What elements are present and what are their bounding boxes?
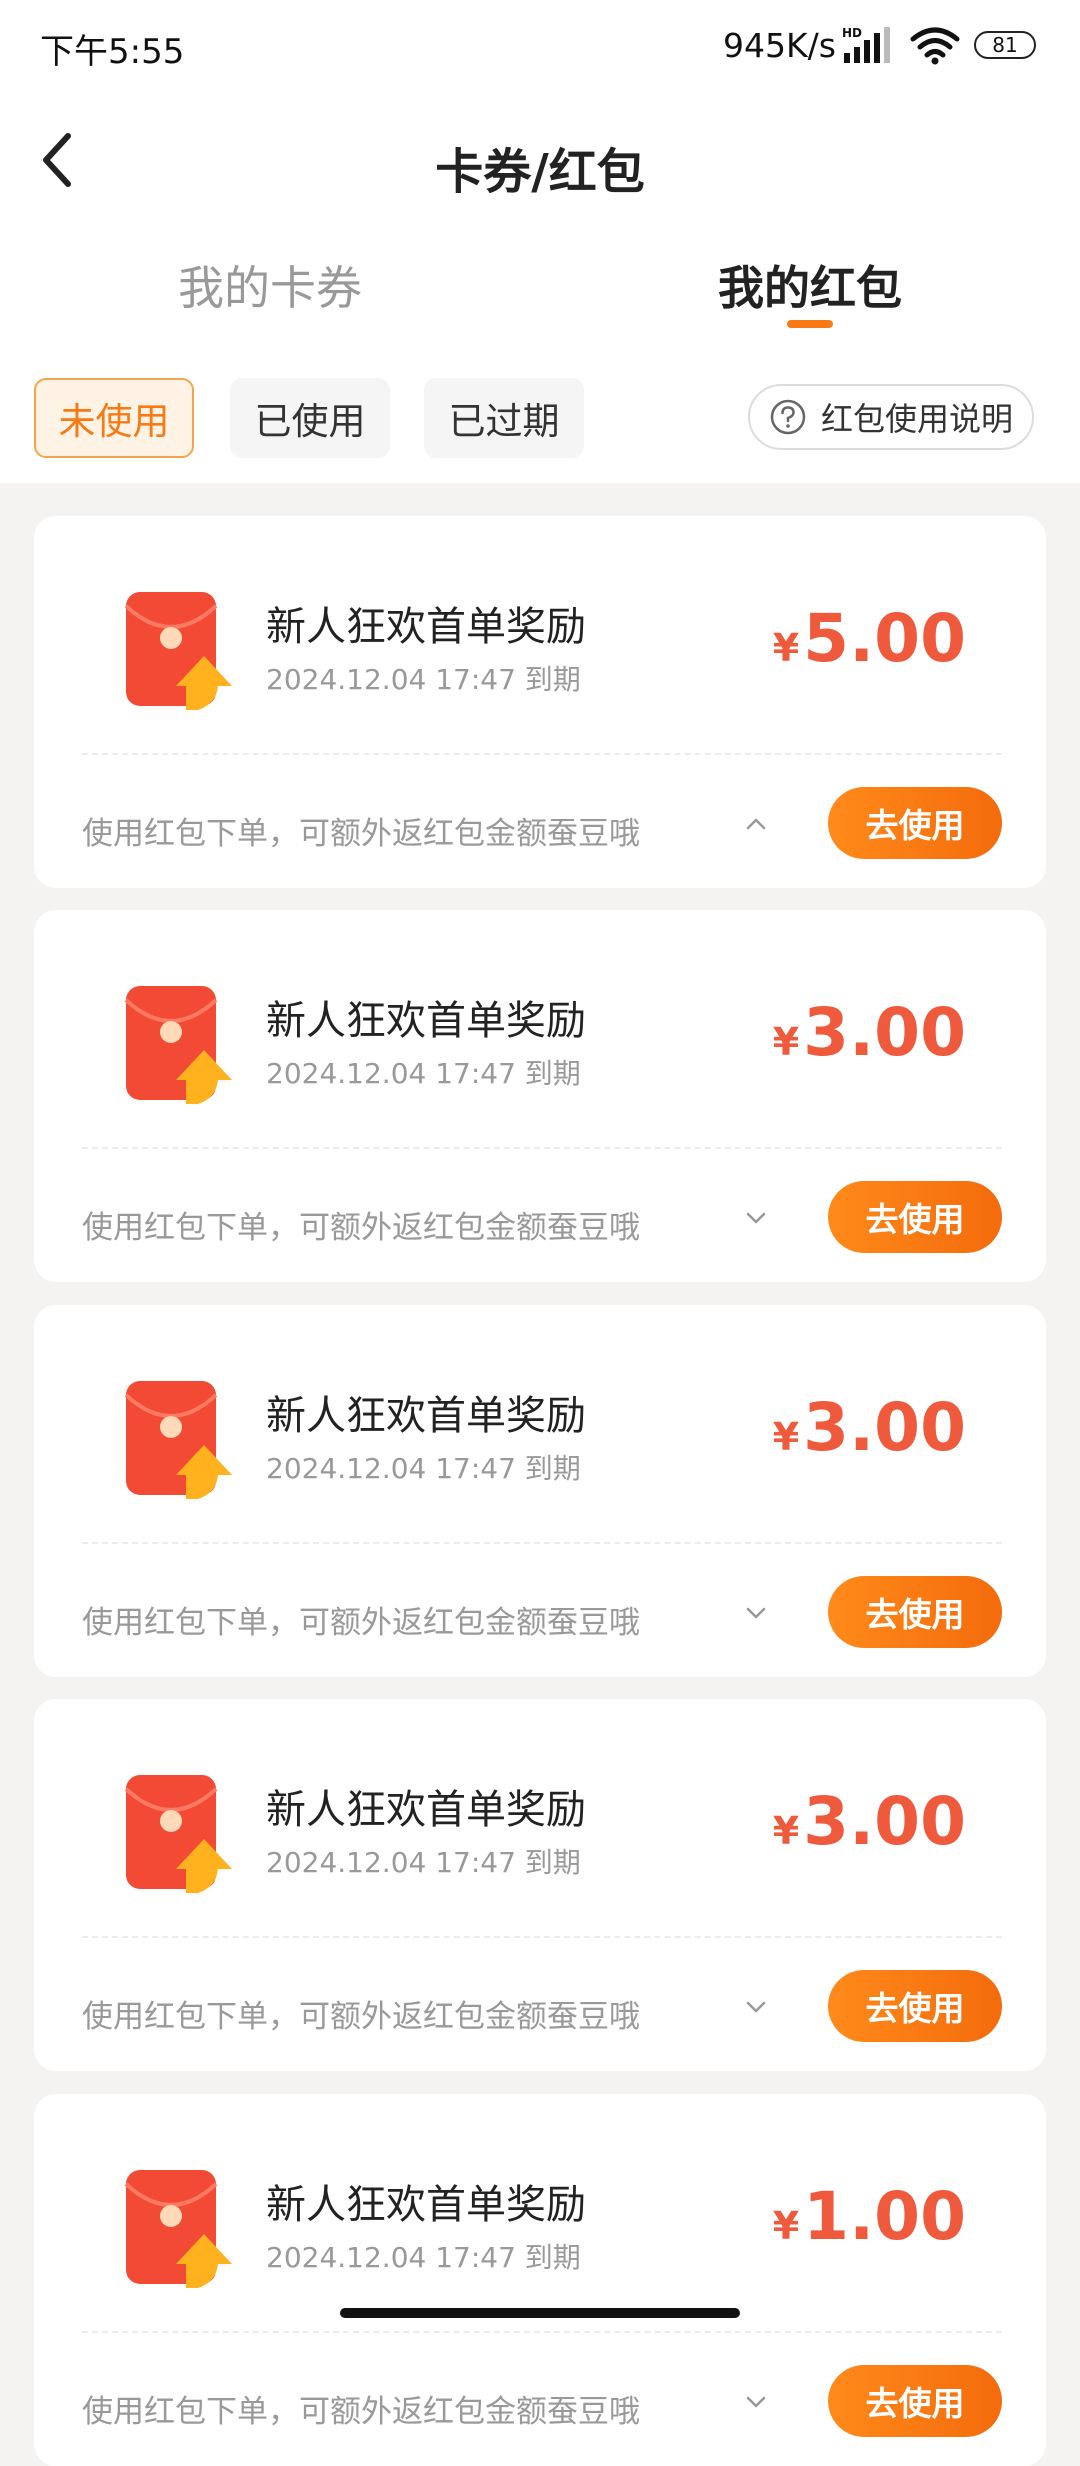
amount-value: 1.00 — [803, 2178, 966, 2255]
card-divider — [82, 1936, 1002, 1938]
battery-level: 81 — [992, 33, 1018, 57]
card-description: 使用红包下单，可额外返红包金额蚕豆哦 — [82, 1210, 640, 1246]
status-time: 下午5:55 — [40, 32, 185, 72]
card-amount: ¥ 5.00 — [773, 600, 966, 677]
card-description: 使用红包下单，可额外返红包金额蚕豆哦 — [82, 816, 640, 852]
amount-value: 5.00 — [803, 600, 966, 677]
card-expiry: 2024.12.04 17:47 到期 — [266, 663, 581, 696]
card-amount: ¥ 3.00 — [773, 1389, 966, 1466]
filter-unused[interactable]: 未使用 — [34, 378, 194, 458]
card-divider — [82, 1147, 1002, 1149]
chevron-up-icon[interactable] — [740, 808, 772, 840]
tab-my-coupons[interactable]: 我的卡券 — [120, 252, 420, 318]
amount-value: 3.00 — [803, 1389, 966, 1466]
red-envelope-icon — [124, 1775, 232, 1893]
card-description: 使用红包下单，可额外返红包金额蚕豆哦 — [82, 2394, 640, 2430]
red-envelope-icon — [124, 1381, 232, 1499]
card-expiry: 2024.12.04 17:47 到期 — [266, 1057, 581, 1090]
currency-symbol: ¥ — [772, 1415, 800, 1459]
active-tab-indicator — [787, 320, 833, 328]
tab-my-red-packets[interactable]: 我的红包 — [660, 252, 960, 318]
red-envelope-icon — [124, 592, 232, 710]
filter-used[interactable]: 已使用 — [230, 378, 390, 458]
card-expiry: 2024.12.04 17:47 到期 — [266, 1452, 581, 1485]
red-packet-card: 新人狂欢首单奖励 2024.12.04 17:47 到期 ¥ 1.00 使用红包… — [34, 2094, 1046, 2466]
red-packet-card: 新人狂欢首单奖励 2024.12.04 17:47 到期 ¥ 3.00 使用红包… — [34, 910, 1046, 1282]
card-expiry: 2024.12.04 17:47 到期 — [266, 1846, 581, 1879]
battery-icon: 81 — [974, 31, 1036, 59]
signal-icon: HD — [842, 26, 890, 63]
card-divider — [82, 1542, 1002, 1544]
use-button[interactable]: 去使用 — [828, 1576, 1002, 1648]
card-amount: ¥ 3.00 — [773, 1783, 966, 1860]
use-button[interactable]: 去使用 — [828, 1970, 1002, 2042]
red-envelope-icon — [124, 986, 232, 1104]
page-title: 卡券/红包 — [435, 144, 645, 200]
card-title: 新人狂欢首单奖励 — [266, 604, 586, 650]
card-title: 新人狂欢首单奖励 — [266, 2182, 586, 2228]
amount-value: 3.00 — [803, 1783, 966, 1860]
card-divider — [82, 2331, 1002, 2333]
card-amount: ¥ 1.00 — [773, 2178, 966, 2255]
help-button-label: 红包使用说明 — [820, 400, 1013, 438]
red-packet-help-button[interactable]: 红包使用说明 — [748, 384, 1034, 450]
use-button[interactable]: 去使用 — [828, 2365, 1002, 2437]
currency-symbol: ¥ — [772, 626, 800, 670]
status-filters: 未使用 已使用 已过期 红包使用说明 — [0, 378, 1080, 458]
use-button[interactable]: 去使用 — [828, 1181, 1002, 1253]
use-button[interactable]: 去使用 — [828, 787, 1002, 859]
wifi-icon — [910, 27, 960, 65]
top-panel: 下午5:55 945K/s HD 81 卡券/红包 我的卡券 我的红包 未使用 … — [0, 0, 1080, 483]
chevron-down-icon[interactable] — [740, 1991, 772, 2023]
card-description: 使用红包下单，可额外返红包金额蚕豆哦 — [82, 1999, 640, 2035]
network-speed: 945K/s — [723, 25, 836, 65]
main-tabs: 我的卡券 我的红包 — [0, 240, 1080, 340]
card-title: 新人狂欢首单奖励 — [266, 998, 586, 1044]
red-envelope-icon — [124, 2170, 232, 2288]
card-description: 使用红包下单，可额外返红包金额蚕豆哦 — [82, 1605, 640, 1641]
filter-expired[interactable]: 已过期 — [424, 378, 584, 458]
currency-symbol: ¥ — [772, 2204, 800, 2248]
nav-header: 卡券/红包 — [0, 110, 1080, 210]
status-icons: 945K/s HD 81 — [723, 22, 1036, 68]
card-amount: ¥ 3.00 — [773, 994, 966, 1071]
currency-symbol: ¥ — [772, 1809, 800, 1853]
red-packet-card: 新人狂欢首单奖励 2024.12.04 17:47 到期 ¥ 5.00 使用红包… — [34, 516, 1046, 888]
signal-hd-badge: HD — [842, 26, 862, 40]
amount-value: 3.00 — [803, 994, 966, 1071]
card-divider — [82, 753, 1002, 755]
card-expiry: 2024.12.04 17:47 到期 — [266, 2241, 581, 2274]
currency-symbol: ¥ — [772, 1020, 800, 1064]
status-bar: 下午5:55 945K/s HD 81 — [0, 0, 1080, 90]
card-title: 新人狂欢首单奖励 — [266, 1787, 586, 1833]
card-title: 新人狂欢首单奖励 — [266, 1393, 586, 1439]
chevron-down-icon[interactable] — [740, 1597, 772, 1629]
red-packet-card: 新人狂欢首单奖励 2024.12.04 17:47 到期 ¥ 3.00 使用红包… — [34, 1305, 1046, 1677]
chevron-down-icon[interactable] — [740, 2386, 772, 2418]
home-indicator[interactable] — [340, 2308, 740, 2318]
chevron-down-icon[interactable] — [740, 1202, 772, 1234]
question-circle-icon — [770, 399, 806, 435]
red-packet-card: 新人狂欢首单奖励 2024.12.04 17:47 到期 ¥ 3.00 使用红包… — [34, 1699, 1046, 2071]
